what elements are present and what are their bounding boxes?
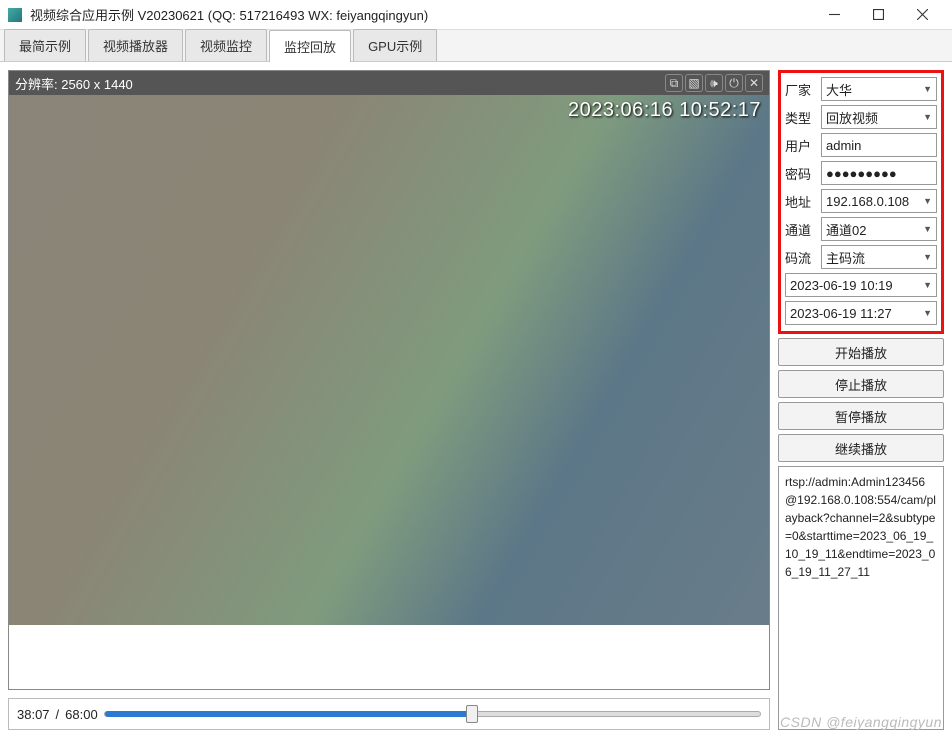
input-password[interactable]: ●●●●●●●●● (821, 161, 937, 185)
minimize-button[interactable] (812, 1, 856, 29)
caret-icon: ▼ (923, 112, 932, 122)
select-stream[interactable]: 主码流 ▼ (821, 245, 937, 269)
time-total: 68:00 (65, 707, 98, 722)
tab-playback[interactable]: 监控回放 (269, 30, 351, 62)
select-type[interactable]: 回放视频 ▼ (821, 105, 937, 129)
row-type: 类型 回放视频 ▼ (785, 105, 937, 129)
select-channel[interactable]: 通道02 ▼ (821, 217, 937, 241)
value-type: 回放视频 (826, 108, 878, 127)
seek-slider[interactable] (104, 711, 761, 717)
value-user: admin (826, 138, 861, 153)
button-pause[interactable]: 暂停播放 (778, 402, 944, 430)
audio-icon[interactable]: 🕪 (705, 74, 723, 92)
label-channel: 通道 (785, 220, 817, 239)
seek-fill (105, 711, 472, 717)
title-bar: 视频综合应用示例 V20230621 (QQ: 517216493 WX: fe… (0, 0, 952, 30)
record-icon[interactable]: ⧉ (665, 74, 683, 92)
caret-icon: ▼ (923, 280, 932, 290)
button-start[interactable]: 开始播放 (778, 338, 944, 366)
row-user: 用户 admin (785, 133, 937, 157)
datetime-start[interactable]: 2023-06-19 10:19 ▼ (785, 273, 937, 297)
resolution-label: 分辨率: 2560 x 1440 (15, 74, 133, 93)
video-viewport[interactable]: 2023:06:16 10:52:17 IP PTZ Camera (9, 95, 769, 689)
value-end-time: 2023-06-19 11:27 (790, 306, 892, 321)
row-vendor: 厂家 大华 ▼ (785, 77, 937, 101)
button-stop[interactable]: 停止播放 (778, 370, 944, 398)
video-panel: 分辨率: 2560 x 1440 ⧉ ▧ 🕪 ⏻ ✕ 2023:06:16 10… (8, 70, 770, 690)
time-current: 38:07 (17, 707, 50, 722)
tab-bar: 最简示例 视频播放器 视频监控 监控回放 GPU示例 (0, 30, 952, 62)
left-pane: 分辨率: 2560 x 1440 ⧉ ▧ 🕪 ⏻ ✕ 2023:06:16 10… (8, 70, 770, 730)
value-stream: 主码流 (826, 248, 865, 267)
maximize-button[interactable] (856, 1, 900, 29)
row-channel: 通道 通道02 ▼ (785, 217, 937, 241)
tab-simple[interactable]: 最简示例 (4, 29, 86, 61)
caret-icon: ▼ (923, 224, 932, 234)
input-user[interactable]: admin (821, 133, 937, 157)
row-address: 地址 192.168.0.108 ▼ (785, 189, 937, 213)
video-header: 分辨率: 2560 x 1440 ⧉ ▧ 🕪 ⏻ ✕ (9, 71, 769, 95)
datetime-end[interactable]: 2023-06-19 11:27 ▼ (785, 301, 937, 325)
close-button[interactable] (900, 1, 944, 29)
seek-thumb[interactable] (466, 705, 478, 723)
label-vendor: 厂家 (785, 80, 817, 99)
right-pane: 厂家 大华 ▼ 类型 回放视频 ▼ 用户 admin (778, 70, 944, 730)
row-end-time: 2023-06-19 11:27 ▼ (785, 301, 937, 325)
value-address: 192.168.0.108 (826, 194, 909, 209)
select-address[interactable]: 192.168.0.108 ▼ (821, 189, 937, 213)
caret-icon: ▼ (923, 196, 932, 206)
label-user: 用户 (785, 136, 817, 155)
snapshot-icon[interactable]: ▧ (685, 74, 703, 92)
label-stream: 码流 (785, 248, 817, 267)
row-stream: 码流 主码流 ▼ (785, 245, 937, 269)
value-start-time: 2023-06-19 10:19 (790, 278, 893, 293)
settings-group: 厂家 大华 ▼ 类型 回放视频 ▼ 用户 admin (778, 70, 944, 334)
app-icon (8, 8, 22, 22)
tab-monitor[interactable]: 视频监控 (185, 29, 267, 61)
overlay-timestamp: 2023:06:16 10:52:17 (568, 99, 761, 122)
value-vendor: 大华 (826, 80, 852, 99)
select-vendor[interactable]: 大华 ▼ (821, 77, 937, 101)
row-password: 密码 ●●●●●●●●● (785, 161, 937, 185)
url-textarea[interactable]: rtsp://admin:Admin123456@192.168.0.108:5… (778, 466, 944, 730)
value-password: ●●●●●●●●● (826, 166, 897, 181)
time-separator: / (56, 707, 60, 722)
row-start-time: 2023-06-19 10:19 ▼ (785, 273, 937, 297)
close-video-icon[interactable]: ✕ (745, 74, 763, 92)
window-title: 视频综合应用示例 V20230621 (QQ: 517216493 WX: fe… (30, 5, 812, 24)
caret-icon: ▼ (923, 84, 932, 94)
tab-player[interactable]: 视频播放器 (88, 29, 183, 61)
content-area: 分辨率: 2560 x 1440 ⧉ ▧ 🕪 ⏻ ✕ 2023:06:16 10… (0, 62, 952, 738)
value-channel: 通道02 (826, 220, 866, 239)
button-resume[interactable]: 继续播放 (778, 434, 944, 462)
caret-icon: ▼ (923, 308, 932, 318)
progress-bar-row: 38:07 / 68:00 (8, 698, 770, 730)
label-password: 密码 (785, 164, 817, 183)
tab-gpu[interactable]: GPU示例 (353, 29, 437, 61)
label-address: 地址 (785, 192, 817, 211)
alarm-icon[interactable]: ⏻ (725, 74, 743, 92)
caret-icon: ▼ (923, 252, 932, 262)
label-type: 类型 (785, 108, 817, 127)
